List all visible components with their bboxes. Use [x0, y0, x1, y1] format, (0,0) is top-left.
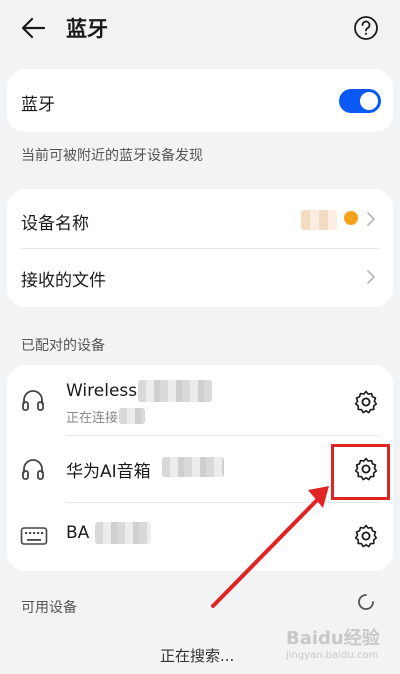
baidu-watermark: Baidu经验 jingyan.baidu.com	[286, 624, 380, 661]
device-settings-card: 设备名称 接收的文件	[7, 189, 393, 307]
gear-icon[interactable]	[353, 523, 379, 553]
device-name: Wireless	[66, 381, 138, 401]
keyboard-icon	[20, 525, 48, 551]
orange-emoji-icon	[344, 211, 358, 225]
headphones-icon	[20, 456, 46, 486]
device-name-value-blurred	[301, 210, 337, 230]
annotation-arrow	[205, 480, 335, 616]
searching-text: 正在搜索...	[160, 647, 235, 665]
device-name-blurred	[95, 522, 151, 544]
device-name: 华为AI音箱	[66, 462, 151, 482]
bluetooth-label: 蓝牙	[21, 95, 55, 115]
received-files-row[interactable]: 接收的文件	[7, 249, 393, 307]
chevron-right-icon	[366, 211, 376, 231]
paired-device-row[interactable]: Wireless 正在连接...	[7, 365, 393, 435]
paired-section-title: 已配对的设备	[21, 338, 105, 354]
device-name: BA	[66, 523, 90, 543]
received-files-label: 接收的文件	[21, 271, 106, 291]
device-name-row[interactable]: 设备名称	[7, 189, 393, 248]
visibility-note: 当前可被附近的蓝牙设备发现	[21, 148, 203, 164]
available-section-title: 可用设备	[21, 600, 77, 616]
paired-device-row[interactable]: BA	[7, 503, 393, 571]
bluetooth-toggle-card: 蓝牙	[7, 69, 393, 132]
chevron-right-icon	[366, 269, 376, 289]
device-name-blurred	[162, 457, 224, 477]
page-title: 蓝牙	[66, 17, 108, 41]
device-name-label: 设备名称	[21, 214, 89, 234]
headphones-icon	[20, 387, 46, 417]
annotation-highlight-box	[331, 444, 390, 500]
back-arrow-icon[interactable]	[18, 12, 50, 44]
device-name-blurred	[138, 380, 212, 402]
help-icon[interactable]	[353, 15, 379, 41]
watermark-text: Baidu经验	[286, 628, 380, 649]
status-blurred	[119, 408, 145, 424]
gear-icon[interactable]	[353, 389, 379, 419]
watermark-sub: jingyan.baidu.com	[286, 650, 379, 661]
loading-spinner-icon	[357, 593, 375, 615]
bluetooth-switch[interactable]	[339, 89, 381, 113]
switch-knob	[360, 92, 378, 110]
